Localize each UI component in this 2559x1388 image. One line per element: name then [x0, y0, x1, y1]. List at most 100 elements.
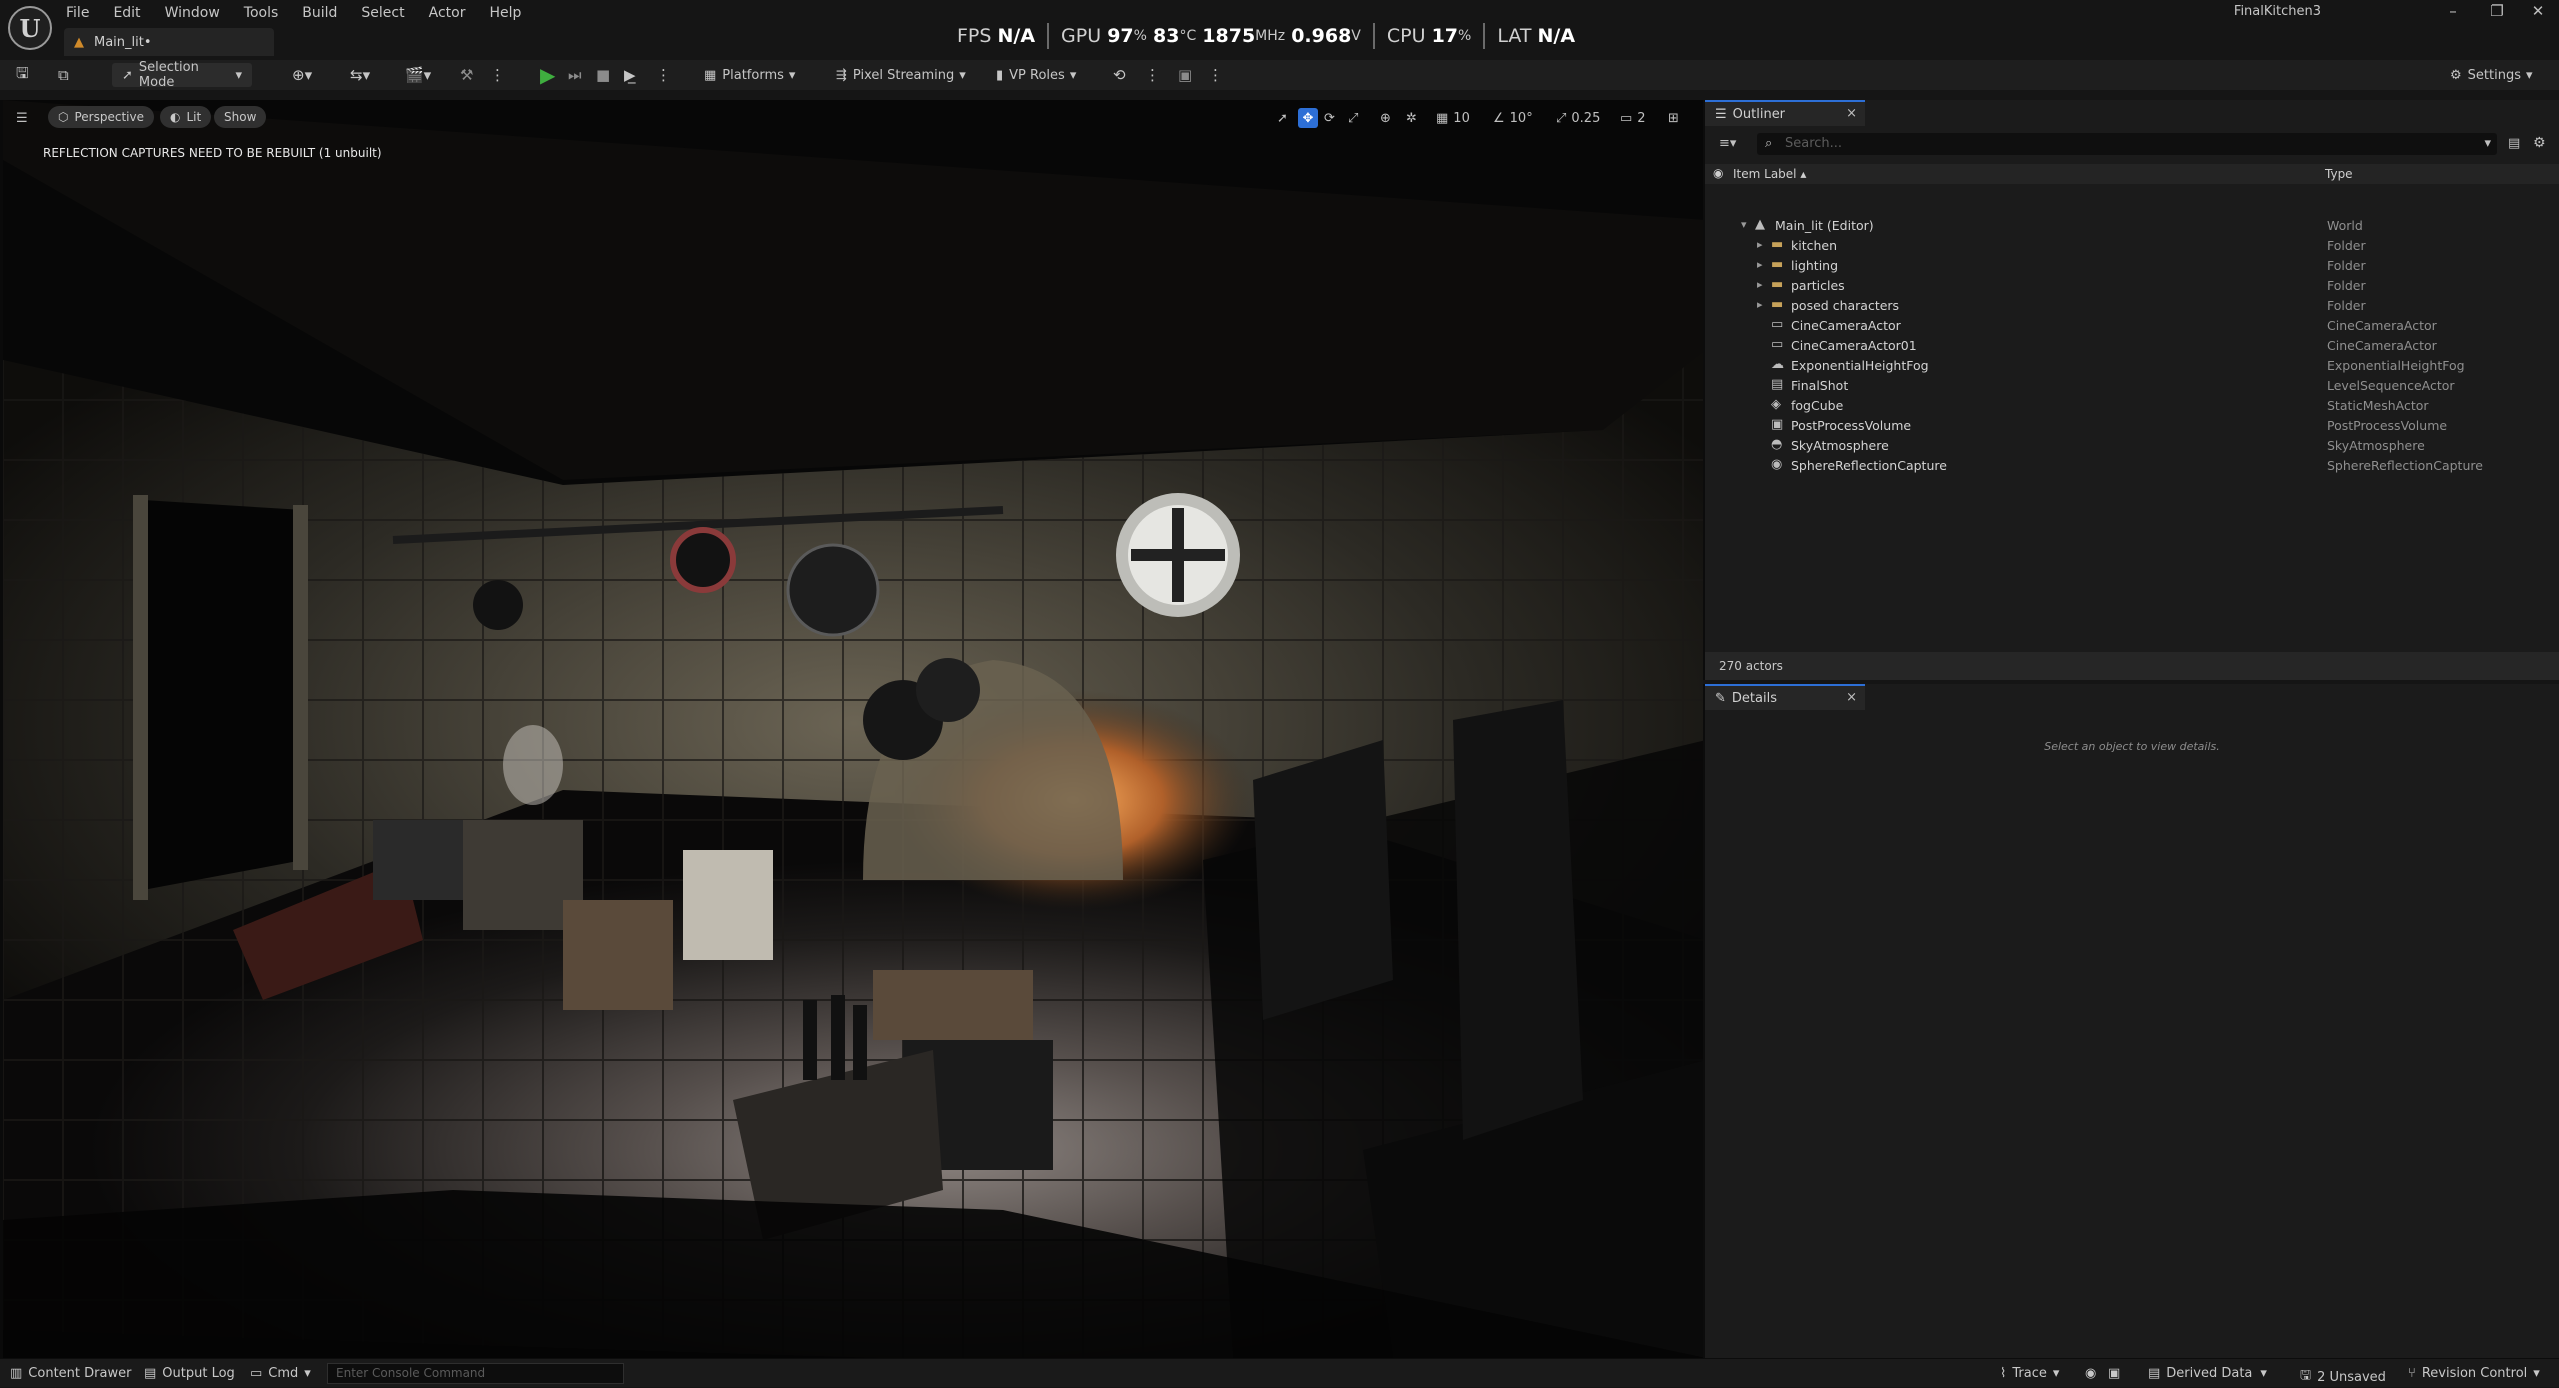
add-actor-icon[interactable]: ⊕▾ — [292, 63, 312, 87]
close-icon[interactable]: ✕ — [2515, 0, 2559, 24]
outliner-row-type: Folder — [2327, 258, 2366, 273]
pixel-streaming-dropdown[interactable]: ⇶ Pixel Streaming ▾ — [836, 63, 966, 87]
expand-right-icon[interactable]: ▸ — [1757, 258, 1763, 271]
scale-tool-icon[interactable]: ⤢ — [1348, 108, 1358, 128]
add-folder-icon[interactable]: ▤ — [2508, 136, 2520, 151]
stats-divider — [1483, 23, 1486, 49]
screenshot-icon[interactable]: ▣ — [2108, 1366, 2120, 1381]
settings-dropdown[interactable]: ⚙ Settings ▾ — [2450, 63, 2533, 87]
source-control-icon[interactable]: ⟲ — [1113, 63, 1126, 87]
close-icon[interactable]: × — [1846, 690, 1857, 705]
layout-icon[interactable]: ▣ — [1178, 63, 1192, 87]
outliner-row[interactable]: ▸ ▬ particles Folder — [1705, 276, 2559, 296]
level-tab[interactable]: ▲ Main_lit• — [64, 28, 274, 56]
outliner-row[interactable]: ◈ fogCube StaticMeshActor — [1705, 396, 2559, 416]
outliner-row[interactable]: ◉ SphereReflectionCapture SphereReflection… — [1705, 456, 2559, 476]
mode-icon[interactable]: ⚒ — [460, 63, 473, 87]
outliner-row[interactable]: ◓ SkyAtmosphere SkyAtmosphere — [1705, 436, 2559, 456]
output-log-button[interactable]: ▤ Output Log — [144, 1366, 235, 1381]
more-icon[interactable]: ⋮ — [490, 63, 505, 87]
rotate-tool-icon[interactable]: ⟳ — [1324, 108, 1335, 128]
play-options-icon[interactable]: ▶̲ — [624, 63, 636, 87]
revision-icon: ⑂ — [2408, 1366, 2416, 1381]
outliner-row[interactable]: ▸ ▬ kitchen Folder — [1705, 236, 2559, 256]
step-icon[interactable]: ⏭ — [568, 63, 582, 87]
menu-window[interactable]: Window — [165, 5, 220, 21]
derived-data-dropdown[interactable]: ▤ Derived Data ▾ — [2148, 1366, 2267, 1381]
platforms-dropdown[interactable]: ▦ Platforms ▾ — [704, 63, 795, 87]
expand-right-icon[interactable]: ▸ — [1757, 238, 1763, 251]
gpu-temp-unit: °C — [1179, 28, 1197, 44]
trace-dropdown[interactable]: ⌇ Trace ▾ — [2000, 1366, 2059, 1381]
selection-mode-dropdown[interactable]: ➚ Selection Mode ▾ — [112, 60, 252, 90]
outliner-row[interactable]: ▤ FinalShot LevelSequenceActor — [1705, 376, 2559, 396]
stop-icon[interactable]: ■ — [596, 63, 610, 87]
minimize-icon[interactable]: – — [2430, 0, 2476, 24]
restore-icon[interactable]: ❐ — [2474, 0, 2520, 24]
viewport-layout-icon[interactable]: ⊞ — [1668, 108, 1679, 128]
surface-snap-icon[interactable]: ✲ — [1406, 108, 1417, 128]
outliner-row[interactable]: ▾ ▲ Main_lit (Editor) World — [1705, 216, 2559, 236]
type-column[interactable]: Type — [2325, 167, 2353, 181]
camera-speed-button[interactable]: ▭ 2 — [1620, 108, 1646, 128]
item-label-column[interactable]: Item Label ▴ — [1733, 167, 1806, 181]
outliner-search-input[interactable]: ⌕ Search... ▾ — [1757, 133, 2497, 155]
gpu-clock: 1875 — [1202, 25, 1256, 47]
menu-file[interactable]: File — [66, 5, 89, 21]
cmd-dropdown[interactable]: ▭ Cmd ▾ — [250, 1366, 311, 1381]
rotation-snap-toggle[interactable]: ∠ 10° — [1493, 108, 1533, 128]
translate-tool-icon[interactable]: ✥ — [1298, 108, 1318, 128]
outliner-row-type: World — [2327, 218, 2363, 233]
console-input[interactable]: Enter Console Command — [327, 1363, 624, 1384]
menu-tools[interactable]: Tools — [244, 5, 279, 21]
play-icon[interactable]: ▶ — [540, 63, 555, 87]
perspective-button[interactable]: ⬡ Perspective — [48, 106, 154, 128]
menu-help[interactable]: Help — [489, 5, 521, 21]
outliner-row[interactable]: ▸ ▬ lighting Folder — [1705, 256, 2559, 276]
expand-down-icon[interactable]: ▾ — [1741, 218, 1747, 231]
menu-actor[interactable]: Actor — [429, 5, 466, 21]
viewport-menu-icon[interactable]: ☰ — [16, 108, 28, 128]
record-icon[interactable]: ◉ — [2085, 1366, 2096, 1381]
gear-icon[interactable]: ⚙ — [2533, 135, 2546, 151]
content-drawer-button[interactable]: ▥ Content Drawer — [10, 1366, 131, 1381]
world-space-icon[interactable]: ⊕ — [1380, 108, 1391, 128]
unreal-logo[interactable]: U — [8, 6, 52, 50]
lit-button[interactable]: ◐ Lit — [160, 106, 212, 128]
filter-icon[interactable]: ≡▾ — [1719, 136, 1736, 151]
blueprint-icon[interactable]: ⇆▾ — [350, 63, 370, 87]
menu-edit[interactable]: Edit — [113, 5, 140, 21]
grid-snap-toggle[interactable]: ▦ 10 — [1436, 108, 1470, 128]
outliner-tab[interactable]: ☰ Outliner × — [1705, 100, 1865, 126]
more-icon[interactable]: ⋮ — [1145, 63, 1160, 87]
outliner-row[interactable]: ▭ CineCameraActor CineCameraActor — [1705, 316, 2559, 336]
gear-icon: ⚙ — [2450, 67, 2462, 83]
show-button[interactable]: Show — [214, 106, 267, 128]
outliner-row-label: SkyAtmosphere — [1791, 438, 1889, 453]
revision-control-dropdown[interactable]: ⑂ Revision Control ▾ — [2408, 1366, 2540, 1381]
more-icon[interactable]: ⋮ — [1208, 63, 1223, 87]
outliner-row[interactable]: ▭ CineCameraActor01 CineCameraActor — [1705, 336, 2559, 356]
cinematics-icon[interactable]: 🎬▾ — [405, 63, 431, 87]
unsaved-button[interactable]: 🖫 2 Unsaved — [2300, 1366, 2386, 1388]
expand-right-icon[interactable]: ▸ — [1757, 298, 1763, 311]
cpu-load: 17 — [1431, 25, 1459, 47]
vp-roles-dropdown[interactable]: ▮ VP Roles ▾ — [996, 63, 1076, 87]
outliner-title: Outliner — [1732, 106, 1786, 122]
visibility-icon[interactable]: ◉ — [1713, 166, 1723, 180]
outliner-row[interactable]: ☁ ExponentialHeightFog ExponentialHeightFo… — [1705, 356, 2559, 376]
save-icon[interactable]: 🖫 — [16, 63, 29, 87]
close-icon[interactable]: × — [1846, 106, 1857, 121]
details-tab[interactable]: ✎ Details × — [1705, 684, 1865, 710]
scale-snap-toggle[interactable]: ⤢ 0.25 — [1556, 108, 1600, 128]
browse-icon[interactable]: ⧉ — [58, 63, 69, 87]
outliner-row[interactable]: ▸ ▬ posed characters Folder — [1705, 296, 2559, 316]
chevron-down-icon: ▾ — [2533, 1366, 2540, 1381]
menu-select[interactable]: Select — [361, 5, 404, 21]
menu-build[interactable]: Build — [302, 5, 337, 21]
outliner-row[interactable]: ▣ PostProcessVolume PostProcessVolume — [1705, 416, 2559, 436]
expand-right-icon[interactable]: ▸ — [1757, 278, 1763, 291]
more-icon[interactable]: ⋮ — [656, 63, 671, 87]
level-viewport[interactable] — [0, 100, 1703, 1358]
select-tool-icon[interactable]: ➚ — [1277, 108, 1288, 128]
